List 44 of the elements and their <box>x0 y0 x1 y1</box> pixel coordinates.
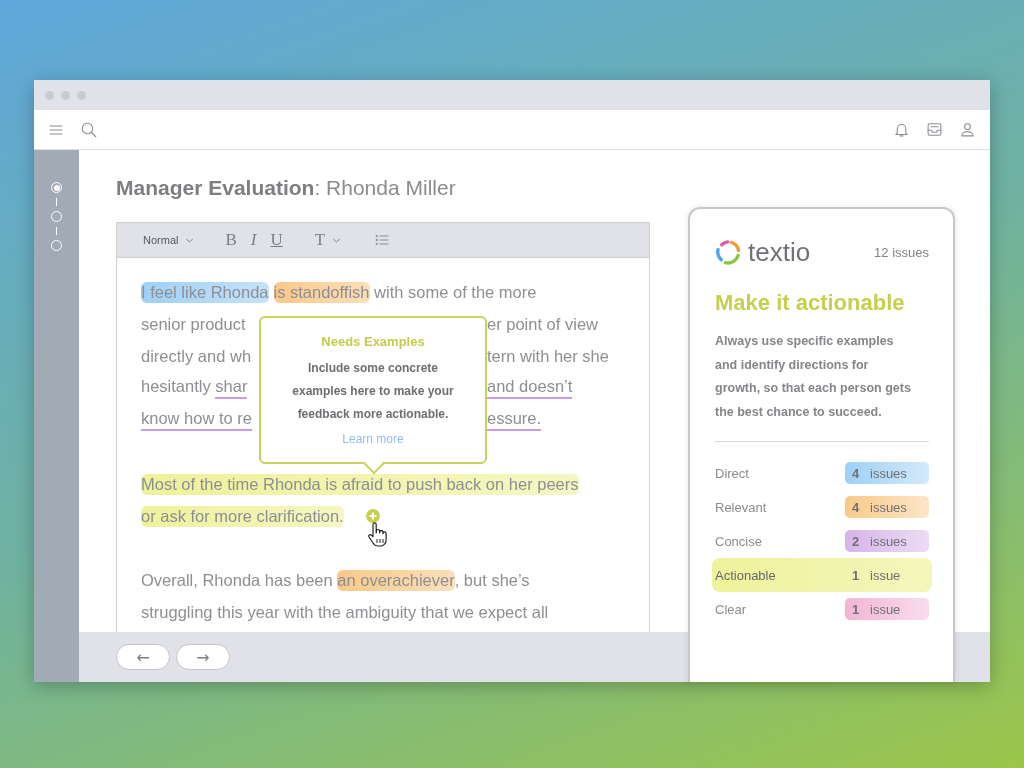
highlighted-text[interactable]: is standoffish <box>273 281 370 303</box>
category-row[interactable]: Clear 1 issue <box>712 592 932 626</box>
body-text: tern with her she <box>487 346 609 366</box>
page-title: Manager Evaluation: Rhonda Miller <box>116 176 457 200</box>
learn-more-link[interactable]: Learn more <box>342 432 404 446</box>
bullet-list-icon[interactable] <box>374 232 391 248</box>
underlined-text[interactable]: know how to re <box>141 409 252 431</box>
highlighted-text[interactable]: an overachiever <box>337 569 455 591</box>
brand-name: textio <box>748 237 811 268</box>
text-size-dropdown[interactable]: T <box>314 230 343 250</box>
body-text: er point of view <box>487 314 598 334</box>
logo-icon <box>715 239 742 266</box>
issue-count: 12 issues <box>874 245 929 260</box>
hand-cursor-icon <box>367 522 389 548</box>
bold-button[interactable]: B <box>225 230 237 250</box>
category-row[interactable]: Concise 2 issues <box>712 524 932 558</box>
body-text: , but she’s <box>454 570 530 590</box>
highlighted-text[interactable]: Most of the time Rhonda is afraid to push back on her peers <box>141 473 579 495</box>
underline-button[interactable]: U <box>270 230 283 250</box>
category-row[interactable]: Direct 4 issues <box>712 456 932 490</box>
inbox-icon[interactable] <box>926 121 943 138</box>
search-icon[interactable] <box>80 120 98 139</box>
plus-icon[interactable] <box>366 509 380 523</box>
highlighted-text[interactable]: or ask for more clarification. <box>141 505 344 527</box>
nav-button[interactable]: → <box>176 644 230 670</box>
underlined-text[interactable]: shar <box>215 377 248 399</box>
italic-button[interactable]: I <box>250 230 257 250</box>
user-icon[interactable] <box>959 121 976 138</box>
highlighted-text[interactable]: I feel like Rhonda <box>141 281 269 303</box>
panel-heading: Make it actionable <box>715 290 906 316</box>
body-text: directly and wh <box>141 346 252 366</box>
tooltip-text: Include some concrete examples here to make your feedback more actionable. <box>291 360 455 423</box>
bell-icon[interactable] <box>893 121 910 138</box>
nav-button[interactable]: ← <box>116 644 170 670</box>
body-text: hesitantly <box>141 377 212 397</box>
body-text: struggling this year with the ambiguity that we expect all <box>141 602 549 622</box>
panel-description: Always use specific examples and identify directions for growth, so that each person gets the best chance to succeed. <box>715 330 929 442</box>
category-row[interactable]: Relevant 4 issues <box>712 490 932 524</box>
body-text: senior product <box>141 314 246 334</box>
tooltip-title: Needs Examples <box>321 334 425 349</box>
style-dropdown[interactable]: Normal <box>143 234 196 246</box>
body-text: with some of the more <box>373 282 537 302</box>
body-text: Overall, Rhonda has been <box>141 570 334 590</box>
category-row[interactable]: Actionable 1 issue <box>712 558 932 592</box>
